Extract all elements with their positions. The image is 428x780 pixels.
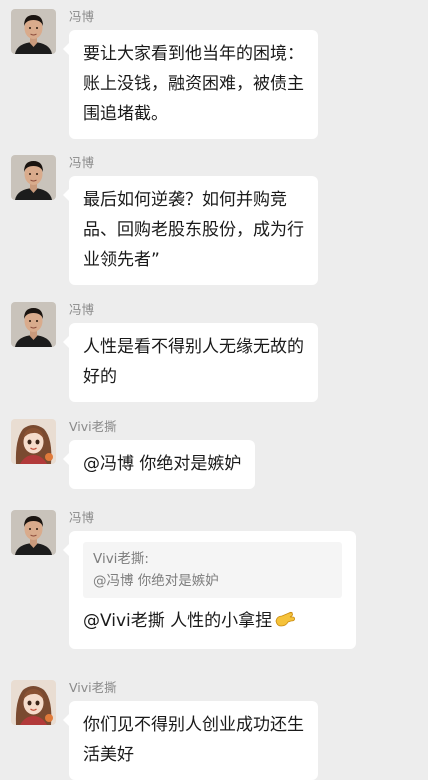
sender-avatar[interactable]	[11, 680, 56, 725]
message-bubble[interactable]: @冯博 你绝对是嫉妒	[62, 440, 256, 489]
message-text-line: 品、回购老股东股份，成为行	[83, 220, 304, 240]
message-text: @Vivi老撕 人性的小拿捏	[83, 611, 273, 631]
message-text-line: 好的	[83, 367, 117, 387]
quoted-text: @冯博 你绝对是嫉妒	[93, 573, 219, 589]
sender-avatar[interactable]	[11, 510, 56, 555]
sender-name: 冯博	[69, 155, 95, 170]
avatar-man-black-shirt-icon	[11, 302, 56, 347]
message-text-line: 你们见不得别人创业成功还生	[83, 715, 304, 735]
sender-avatar[interactable]	[11, 302, 56, 347]
message-bubble[interactable]: 最后如何逆袭？如何并购竞 品、回购老股东股份，成为行 业领先者”	[63, 176, 318, 285]
message-text-line: 围追堵截。	[83, 104, 168, 124]
sender-name: 冯博	[69, 302, 95, 317]
avatar-woman-cartoon-icon	[11, 419, 56, 464]
sender-name: Vivi老撕	[69, 419, 117, 434]
message-text-line: 人性是看不得别人无缘无故的	[83, 337, 304, 357]
message-text-line: 活美好	[83, 745, 134, 765]
message-text-line: 账上没钱，融资困难，被债主	[83, 74, 304, 94]
sender-avatar[interactable]	[11, 419, 56, 464]
message-bubble[interactable]: 你们见不得别人创业成功还生 活美好	[63, 701, 318, 780]
message-text-line: 要让大家看到他当年的困境：	[83, 44, 304, 64]
sender-avatar[interactable]	[11, 155, 56, 200]
message-bubble[interactable]: 要让大家看到他当年的困境： 账上没钱，融资困难，被债主 围追堵截。	[63, 30, 318, 139]
message-text-line: @冯博 你绝对是嫉妒	[83, 454, 242, 474]
avatar-man-black-shirt-icon	[11, 9, 56, 54]
message-text-line: 业领先者”	[83, 250, 160, 270]
message-text-line: @Vivi老撕 人性的小拿捏	[83, 606, 342, 639]
sender-name: 冯博	[69, 9, 95, 24]
message-bubble[interactable]: Vivi老撕: @冯博 你绝对是嫉妒 @Vivi老撕 人性的小拿捏	[63, 531, 356, 649]
quoted-message[interactable]: Vivi老撕: @冯博 你绝对是嫉妒	[83, 542, 342, 598]
message-text-line: 最后如何逆袭？如何并购竞	[83, 190, 287, 210]
message-bubble[interactable]: 人性是看不得别人无缘无故的 好的	[63, 323, 318, 402]
sender-name: 冯博	[69, 510, 95, 525]
chat-message-list[interactable]: 冯博 要让大家看到他当年的困境： 账上没钱，融资困难，被债主 围追堵截。 冯博 …	[0, 0, 428, 780]
sender-avatar[interactable]	[11, 9, 56, 54]
quoted-author: Vivi老撕:	[93, 551, 149, 567]
avatar-man-black-shirt-icon	[11, 510, 56, 555]
sender-name: Vivi老撕	[69, 680, 117, 695]
avatar-woman-cartoon-icon	[11, 680, 56, 725]
avatar-man-black-shirt-icon	[11, 155, 56, 200]
pinching-hand-emoji-icon	[274, 609, 296, 639]
